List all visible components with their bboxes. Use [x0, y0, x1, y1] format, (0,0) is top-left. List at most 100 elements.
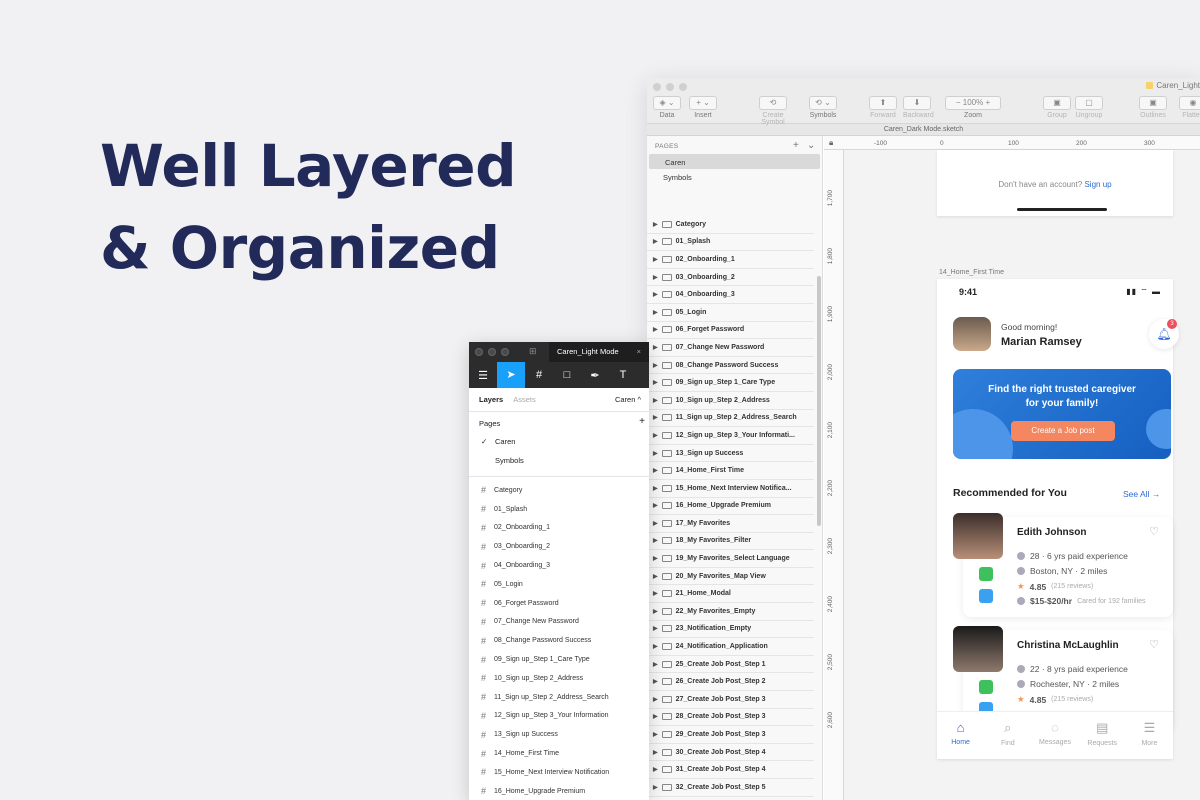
layer-row[interactable]: #02_Onboarding_1: [469, 519, 649, 538]
layer-row[interactable]: #15_Home_Next Interview Notification: [469, 763, 649, 782]
disclosure-icon[interactable]: ▶: [653, 274, 658, 281]
layer-row[interactable]: #12_Sign up_Step 3_Your Information: [469, 707, 649, 726]
layer-row[interactable]: ▶ 17_My Favorites: [647, 515, 814, 533]
layer-row[interactable]: #06_Forget Password: [469, 594, 649, 613]
disclosure-icon[interactable]: ▶: [653, 784, 658, 791]
other-file-tab[interactable]: Caren_Light: [1146, 81, 1200, 90]
window-controls[interactable]: [653, 83, 687, 91]
layer-row[interactable]: ▶ 21_Home_Modal: [647, 585, 814, 604]
disclosure-icon[interactable]: ▶: [653, 696, 658, 703]
disclosure-icon[interactable]: ▶: [653, 678, 658, 685]
toolbar-ungroup[interactable]: ▢ Ungroup: [1075, 96, 1103, 119]
page-item-symbols[interactable]: Symbols: [647, 169, 822, 184]
layer-row[interactable]: ▶ 02_Onboarding_1: [647, 251, 814, 269]
heart-icon[interactable]: ♡: [1149, 525, 1159, 538]
window-controls[interactable]: [475, 348, 509, 356]
disclosure-icon[interactable]: ▶: [653, 608, 658, 615]
notification-button[interactable]: 🔔︎ 3: [1149, 319, 1179, 349]
add-page-icon[interactable]: +: [793, 140, 799, 151]
layer-row[interactable]: ▶ Category: [647, 216, 814, 234]
layer-row[interactable]: ▶ 06_Forget Password: [647, 322, 814, 340]
disclosure-icon[interactable]: ▶: [653, 432, 658, 439]
layer-row[interactable]: ▶ 05_Login: [647, 304, 814, 322]
disclosure-icon[interactable]: ▶: [653, 309, 658, 316]
layer-row[interactable]: ▶ 27_Create Job Post_Step 3: [647, 691, 814, 709]
page-item-symbols[interactable]: Symbols: [469, 451, 649, 477]
layer-row[interactable]: #16_Home_Upgrade Premium: [469, 782, 649, 800]
toolbar-symbols[interactable]: ⟲ ⌄ Symbols: [809, 96, 837, 119]
layer-row[interactable]: ▶ 07_Change New Password: [647, 339, 814, 357]
caregiver-card[interactable]: Edith Johnson ♡ 28 · 6 yrs paid experien…: [953, 513, 1173, 617]
see-all-link[interactable]: See All →: [1123, 489, 1183, 499]
disclosure-icon[interactable]: ▶: [653, 326, 658, 333]
layer-row[interactable]: ▶ 23_Notification_Empty: [647, 621, 814, 639]
layer-row[interactable]: #08_Change Password Success: [469, 631, 649, 650]
toolbar-flatten[interactable]: ◉ Flatten: [1179, 96, 1200, 119]
pen-tool-icon[interactable]: ✒: [581, 369, 609, 382]
create-job-post-button[interactable]: Create a Job post: [1011, 421, 1115, 441]
disclosure-icon[interactable]: ▶: [653, 450, 658, 457]
file-tab[interactable]: Caren_Light Mode ×: [549, 342, 649, 362]
layer-row[interactable]: #03_Onboarding_2: [469, 537, 649, 556]
disclosure-icon[interactable]: ▶: [653, 414, 658, 421]
text-tool-icon[interactable]: T: [609, 369, 637, 381]
toolbar-group[interactable]: ▣ Group: [1043, 96, 1071, 119]
layer-row[interactable]: #07_Change New Password: [469, 613, 649, 632]
disclosure-icon[interactable]: ▶: [653, 485, 658, 492]
layer-row[interactable]: #14_Home_First Time: [469, 744, 649, 763]
layer-row[interactable]: ▶ 12_Sign up_Step 3_Your Informati...: [647, 427, 814, 445]
layer-row[interactable]: #09_Sign up_Step 1_Care Type: [469, 650, 649, 669]
toolbar-forward[interactable]: ⬆ Forward: [869, 96, 897, 119]
toolbar-zoom[interactable]: − 100% + Zoom: [945, 96, 1001, 119]
layer-row[interactable]: ▶ 30_Create Job Post_Step 4: [647, 744, 814, 762]
layer-row[interactable]: ▶ 13_Sign up Success: [647, 445, 814, 463]
move-tool-icon[interactable]: ➤: [497, 362, 525, 388]
canvas[interactable]: -100 0 100 200 300 1,700 1,800 1,900 2,000 2,100…: [824, 136, 1200, 800]
tab-assets[interactable]: Assets: [513, 395, 536, 404]
toolbar-insert[interactable]: + ⌄ Insert: [689, 96, 717, 119]
layer-row[interactable]: ▶ 32_Create Job Post_Step 5: [647, 779, 814, 797]
artboard-home[interactable]: 9:41 ▮▮ ⌔ ▬ Good morning! Marian Ramsey …: [937, 279, 1179, 759]
grid-icon[interactable]: ⊞: [529, 346, 537, 357]
sign-up-link[interactable]: Sign up: [1084, 180, 1111, 189]
layer-row[interactable]: ▶ 19_My Favorites_Select Language: [647, 550, 814, 568]
disclosure-icon[interactable]: ▶: [653, 713, 658, 720]
scrollbar[interactable]: [817, 276, 821, 526]
layer-row[interactable]: #10_Sign up_Step 2_Address: [469, 669, 649, 688]
user-avatar[interactable]: [953, 317, 991, 351]
disclosure-icon[interactable]: ▶: [653, 467, 658, 474]
disclosure-icon[interactable]: ▶: [653, 379, 658, 386]
add-page-icon[interactable]: +: [639, 416, 645, 427]
layer-row[interactable]: ▶ 25_Create Job Post_Step 1: [647, 656, 814, 674]
disclosure-icon[interactable]: ▶: [653, 520, 658, 527]
layer-row[interactable]: #11_Sign up_Step 2_Address_Search: [469, 688, 649, 707]
layer-row[interactable]: ▶ 04_Onboarding_3: [647, 286, 814, 304]
layer-row[interactable]: ▶ 28_Create Job Post_Step 3: [647, 709, 814, 727]
disclosure-icon[interactable]: ▶: [653, 537, 658, 544]
shape-tool-icon[interactable]: □: [553, 369, 581, 381]
tab-layers[interactable]: Layers: [479, 395, 503, 404]
layer-row[interactable]: ▶ 16_Home_Upgrade Premium: [647, 498, 814, 516]
layer-row[interactable]: ▶ 14_Home_First Time: [647, 462, 814, 480]
menu-icon[interactable]: ☰: [469, 369, 497, 382]
disclosure-icon[interactable]: ▶: [653, 749, 658, 756]
tab-requests[interactable]: ▤ Requests: [1079, 712, 1126, 759]
disclosure-icon[interactable]: ▶: [653, 555, 658, 562]
disclosure-icon[interactable]: ▶: [653, 362, 658, 369]
layer-row[interactable]: ▶ 01_Splash: [647, 234, 814, 252]
layer-row[interactable]: ▶ 31_Create Job Post_Step 4: [647, 761, 814, 779]
layer-row[interactable]: ▶ 20_My Favorites_Map View: [647, 568, 814, 586]
page-selector[interactable]: Caren ^: [615, 395, 641, 404]
page-item-caren[interactable]: ✓ Caren: [469, 432, 649, 451]
layer-row[interactable]: ▶ 15_Home_Next Interview Notifica...: [647, 480, 814, 498]
layer-row[interactable]: # Category: [469, 481, 649, 500]
disclosure-icon[interactable]: ▶: [653, 573, 658, 580]
disclosure-icon[interactable]: ▶: [653, 291, 658, 298]
layer-row[interactable]: ▶ 24_Notification_Application: [647, 638, 814, 656]
disclosure-icon[interactable]: ▶: [653, 643, 658, 650]
layer-row[interactable]: ▶ 08_Change Password Success: [647, 357, 814, 375]
heart-icon[interactable]: ♡: [1149, 638, 1159, 651]
disclosure-icon[interactable]: ▶: [653, 625, 658, 632]
toolbar-backward[interactable]: ⬇ Backward: [903, 96, 934, 119]
layer-row[interactable]: ▶ 18_My Favorites_Filter: [647, 533, 814, 551]
